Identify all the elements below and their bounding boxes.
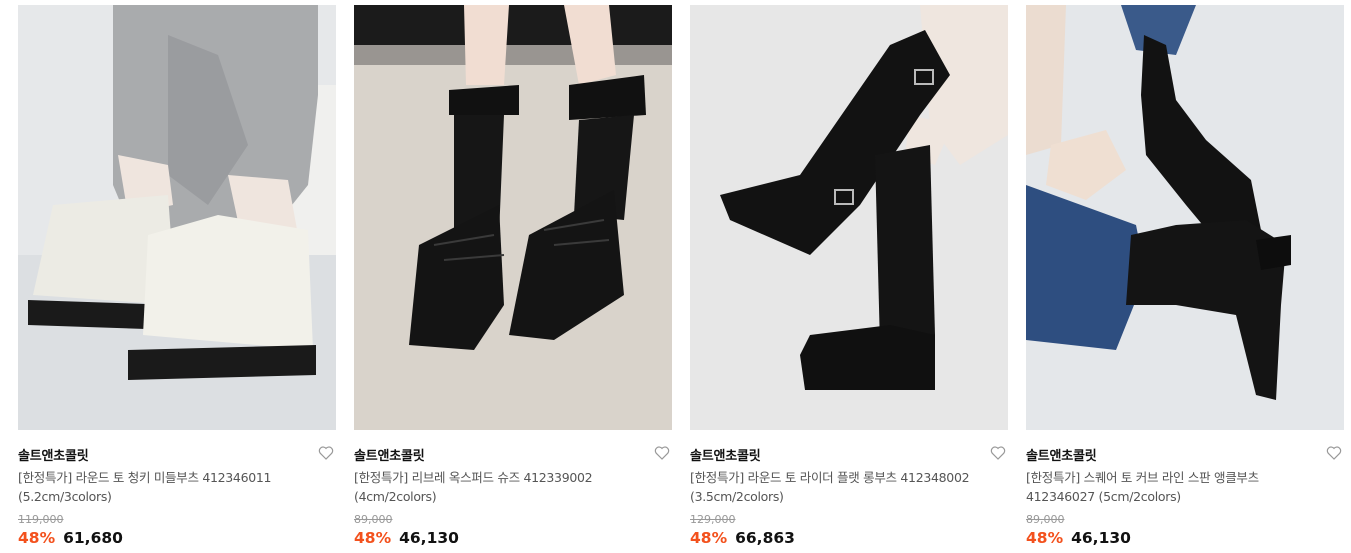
product-card[interactable]: 솔트앤초콜릿 [한정특가] 스퀘어 토 커브 라인 스판 앵클부츠 412346… (1026, 5, 1344, 553)
brand-name[interactable]: 솔트앤초콜릿 (18, 445, 89, 464)
sale-price: 61,680 (63, 529, 123, 547)
brand-name[interactable]: 솔트앤초콜릿 (1026, 445, 1097, 464)
product-card[interactable]: 솔트앤초콜릿 [한정특가] 라운드 토 라이더 플랫 롱부츠 412348002… (690, 5, 1008, 553)
product-image[interactable] (690, 5, 1008, 430)
price-line: 48% 66,863 (690, 529, 795, 547)
product-name[interactable]: [한정특가] 스퀘어 토 커브 라인 스판 앵클부츠 412346027 (5c… (1026, 468, 1326, 506)
discount-rate: 48% (1026, 529, 1064, 547)
product-image[interactable] (1026, 5, 1344, 430)
product-name[interactable]: [한정특가] 라운드 토 청키 미들부츠 412346011 (5.2cm/3c… (18, 468, 318, 506)
price-line: 48% 61,680 (18, 529, 123, 547)
heart-outline-icon[interactable] (1326, 445, 1342, 461)
sale-price: 66,863 (735, 529, 795, 547)
discount-rate: 48% (354, 529, 392, 547)
heart-outline-icon[interactable] (654, 445, 670, 461)
heart-outline-icon[interactable] (990, 445, 1006, 461)
black-oxford-shoes-photo (354, 5, 672, 430)
price-line: 48% 46,130 (1026, 529, 1131, 547)
discount-rate: 48% (690, 529, 728, 547)
original-price: 119,000 (18, 513, 64, 526)
product-image[interactable] (354, 5, 672, 430)
product-name[interactable]: [한정특가] 라운드 토 라이더 플랫 롱부츠 412348002 (3.5cm… (690, 468, 990, 506)
brand-name[interactable]: 솔트앤초콜릿 (690, 445, 761, 464)
sale-price: 46,130 (1071, 529, 1131, 547)
white-chunky-middle-boots-photo (18, 5, 336, 430)
product-grid: 솔트앤초콜릿 [한정특가] 라운드 토 청키 미들부츠 412346011 (5… (0, 0, 1351, 553)
discount-rate: 48% (18, 529, 56, 547)
sale-price: 46,130 (399, 529, 459, 547)
original-price: 89,000 (1026, 513, 1065, 526)
black-rider-long-boots-photo (690, 5, 1008, 430)
price-line: 48% 46,130 (354, 529, 459, 547)
heart-outline-icon[interactable] (318, 445, 334, 461)
product-card[interactable]: 솔트앤초콜릿 [한정특가] 리브레 옥스퍼드 슈즈 412339002 (4cm… (354, 5, 672, 553)
product-image[interactable] (18, 5, 336, 430)
product-name[interactable]: [한정특가] 리브레 옥스퍼드 슈즈 412339002 (4cm/2color… (354, 468, 654, 506)
original-price: 89,000 (354, 513, 393, 526)
original-price: 129,000 (690, 513, 736, 526)
brand-name[interactable]: 솔트앤초콜릿 (354, 445, 425, 464)
product-card[interactable]: 솔트앤초콜릿 [한정특가] 라운드 토 청키 미들부츠 412346011 (5… (18, 5, 336, 553)
black-square-toe-ankle-boots-photo (1026, 5, 1344, 430)
